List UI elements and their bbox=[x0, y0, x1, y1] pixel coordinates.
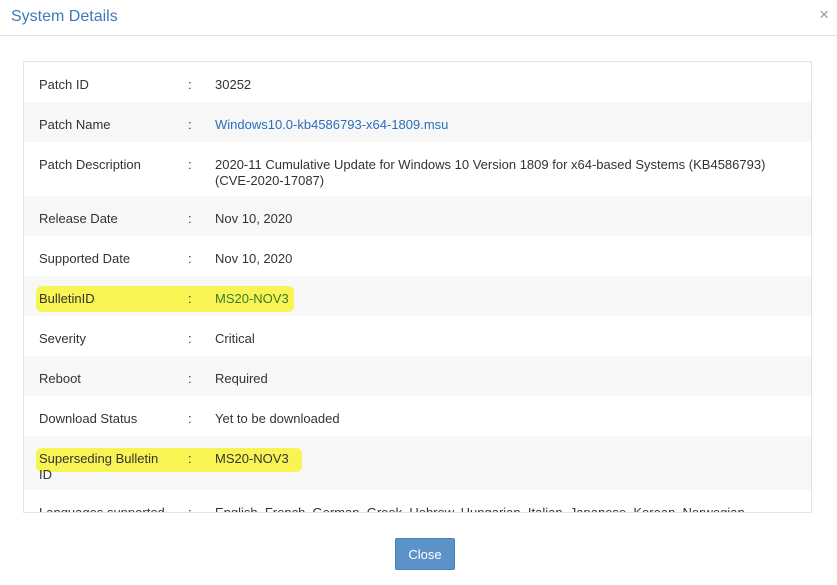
detail-separator: : bbox=[188, 77, 192, 92]
detail-separator: : bbox=[188, 291, 192, 306]
detail-value: English, French, German, Greek, Hebrew, … bbox=[215, 505, 745, 513]
detail-row-reboot: Reboot : Required bbox=[24, 356, 811, 396]
detail-value: Yet to be downloaded bbox=[215, 411, 340, 426]
detail-separator: : bbox=[188, 331, 192, 346]
detail-label: BulletinID bbox=[39, 291, 95, 306]
detail-label: Patch Name bbox=[39, 117, 111, 132]
detail-separator: : bbox=[188, 451, 192, 466]
detail-row-superseding-bulletin-id: Superseding Bulletin ID : MS20-NOV3 bbox=[24, 436, 811, 490]
detail-separator: : bbox=[188, 251, 192, 266]
detail-value: MS20-NOV3 bbox=[215, 451, 289, 466]
detail-separator: : bbox=[188, 371, 192, 386]
system-details-dialog: System Details × Patch ID : 30252 Patch … bbox=[0, 0, 837, 585]
detail-row-bulletin-id: BulletinID : MS20-NOV3 bbox=[24, 276, 811, 316]
detail-value: Required bbox=[215, 371, 268, 386]
close-button[interactable]: Close bbox=[395, 538, 455, 570]
detail-row-languages-supported: Languages supported : English, French, G… bbox=[24, 490, 811, 513]
detail-row-patch-name: Patch Name : Windows10.0-kb4586793-x64-1… bbox=[24, 102, 811, 142]
detail-separator: : bbox=[188, 117, 192, 132]
close-icon[interactable]: × bbox=[819, 6, 829, 23]
detail-value: 2020-11 Cumulative Update for Windows 10… bbox=[215, 157, 766, 188]
details-table[interactable]: Patch ID : 30252 Patch Name : Windows10.… bbox=[23, 61, 812, 513]
detail-separator: : bbox=[188, 211, 192, 226]
detail-label: Supported Date bbox=[39, 251, 131, 266]
patch-name-link[interactable]: Windows10.0-kb4586793-x64-1809.msu bbox=[215, 117, 795, 133]
detail-separator: : bbox=[188, 505, 192, 513]
detail-value: Critical bbox=[215, 331, 255, 346]
detail-row-patch-description: Patch Description : 2020-11 Cumulative U… bbox=[24, 142, 811, 196]
dialog-footer: Close bbox=[0, 526, 837, 585]
detail-row-patch-id: Patch ID : 30252 bbox=[24, 62, 811, 102]
dialog-body: Patch ID : 30252 Patch Name : Windows10.… bbox=[0, 36, 837, 526]
detail-label: Release Date bbox=[39, 211, 118, 226]
detail-label: Severity bbox=[39, 331, 86, 346]
detail-label: Languages supported bbox=[39, 505, 165, 513]
dialog-header: System Details × bbox=[0, 0, 837, 36]
detail-value: 30252 bbox=[215, 77, 252, 92]
detail-separator: : bbox=[188, 157, 192, 172]
detail-label: Superseding Bulletin ID bbox=[39, 451, 159, 482]
detail-row-severity: Severity : Critical bbox=[24, 316, 811, 356]
detail-label: Download Status bbox=[39, 411, 138, 426]
detail-value: MS20-NOV3 bbox=[215, 291, 289, 306]
detail-row-release-date: Release Date : Nov 10, 2020 bbox=[24, 196, 811, 236]
detail-value: Nov 10, 2020 bbox=[215, 211, 293, 226]
detail-separator: : bbox=[188, 411, 192, 426]
detail-label: Reboot bbox=[39, 371, 81, 386]
detail-label: Patch ID bbox=[39, 77, 89, 92]
detail-label: Patch Description bbox=[39, 157, 141, 172]
detail-value: Nov 10, 2020 bbox=[215, 251, 293, 266]
detail-row-download-status: Download Status : Yet to be downloaded bbox=[24, 396, 811, 436]
detail-row-supported-date: Supported Date : Nov 10, 2020 bbox=[24, 236, 811, 276]
dialog-title: System Details bbox=[11, 8, 118, 25]
